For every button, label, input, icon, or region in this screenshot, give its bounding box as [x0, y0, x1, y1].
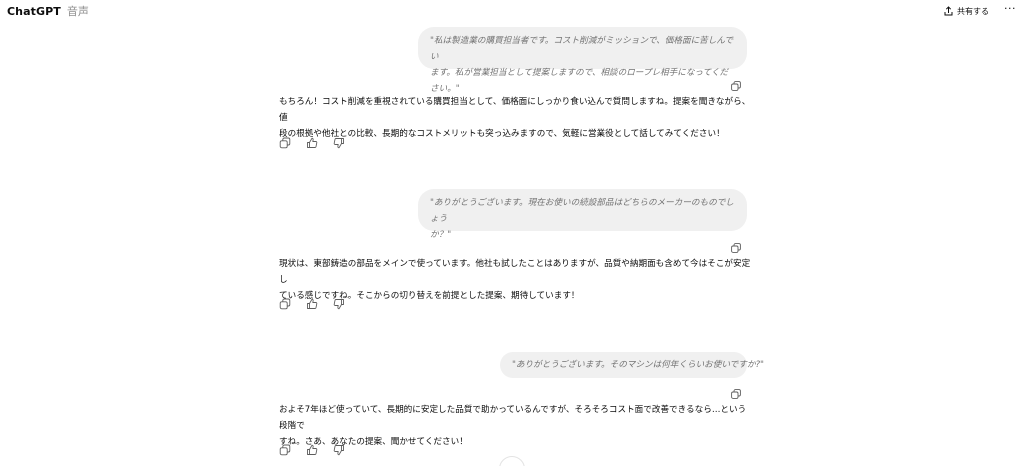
thumbs-down-icon[interactable] — [333, 298, 345, 310]
copy-icon[interactable] — [279, 298, 291, 310]
message-actions — [279, 298, 345, 310]
top-bar: ChatGPT 音声 共有する ··· — [0, 0, 1024, 22]
copy-icon[interactable] — [731, 384, 741, 399]
user-message-line: "ありがとうございます。そのマシンは何年くらいお使いですか?" — [512, 360, 764, 370]
assistant-message-line: およそ7年ほど使っていて、長期的に安定した品質で助かっているんですが、そろそろコ… — [279, 405, 747, 431]
copy-icon[interactable] — [279, 137, 291, 149]
user-message-line: "ありがとうございます。現在お使いの続設部品はどちらのメーカーのものでしょう — [430, 198, 734, 224]
assistant-message-line: すね。さあ、あなたの提案、聞かせてください！ — [279, 437, 468, 447]
thumbs-down-icon[interactable] — [333, 137, 345, 149]
thumbs-up-icon[interactable] — [306, 298, 318, 310]
assistant-message: およそ7年ほど使っていて、長期的に安定した品質で助かっているんですが、そろそろコ… — [279, 402, 751, 450]
app-name: ChatGPT — [7, 5, 61, 18]
user-message: "ありがとうございます。現在お使いの続設部品はどちらのメーカーのものでしょう か… — [418, 189, 747, 240]
assistant-message-line: 段の根拠や他社との比較、長期的なコストメリットも突っ込みますので、気軽に営業役と… — [279, 129, 725, 139]
share-label: 共有する — [957, 6, 989, 16]
assistant-message-line: もちろん！コスト削減を重視されている購買担当として、価格面にしっかり食い込んで質… — [279, 97, 751, 123]
assistant-message-line: ている感じですね。そこからの切り替えを前提とした提案、期待しています！ — [279, 291, 580, 301]
user-message-line: ます。私が営業担当として提案しますので、相談のロープレ相手になってください。" — [430, 68, 729, 94]
assistant-message: 現状は、東部鋳造の部品をメインで使っています。他社も試したことはありますが、品質… — [279, 256, 751, 304]
assistant-message-line: 現状は、東部鋳造の部品をメインで使っています。他社も試したことはありますが、品質… — [279, 259, 751, 285]
message-actions — [279, 137, 345, 149]
scroll-to-bottom-button[interactable] — [499, 456, 525, 466]
thumbs-down-icon[interactable] — [333, 444, 345, 456]
copy-icon[interactable] — [279, 444, 291, 456]
thumbs-up-icon[interactable] — [306, 137, 318, 149]
thumbs-up-icon[interactable] — [306, 444, 318, 456]
message-actions — [279, 444, 345, 456]
user-message-line: "私は製造業の購買担当者です。コスト削減がミッションで、価格面に苦しんでい — [430, 36, 734, 62]
user-message: "ありがとうございます。そのマシンは何年くらいお使いですか?" — [500, 352, 764, 378]
share-button[interactable]: 共有する — [944, 4, 989, 18]
copy-icon[interactable] — [731, 76, 741, 91]
share-icon — [944, 6, 953, 16]
user-message-line: か？" — [430, 230, 452, 240]
mode-label: 音声 — [66, 5, 90, 18]
user-message: "私は製造業の購買担当者です。コスト削減がミッションで、価格面に苦しんでい ます… — [418, 27, 747, 94]
model-selector[interactable]: ChatGPT 音声 — [7, 3, 89, 19]
more-options-button[interactable]: ··· — [1004, 2, 1016, 15]
copy-icon[interactable] — [731, 238, 741, 253]
assistant-message: もちろん！コスト削減を重視されている購買担当として、価格面にしっかり食い込んで質… — [279, 94, 751, 142]
